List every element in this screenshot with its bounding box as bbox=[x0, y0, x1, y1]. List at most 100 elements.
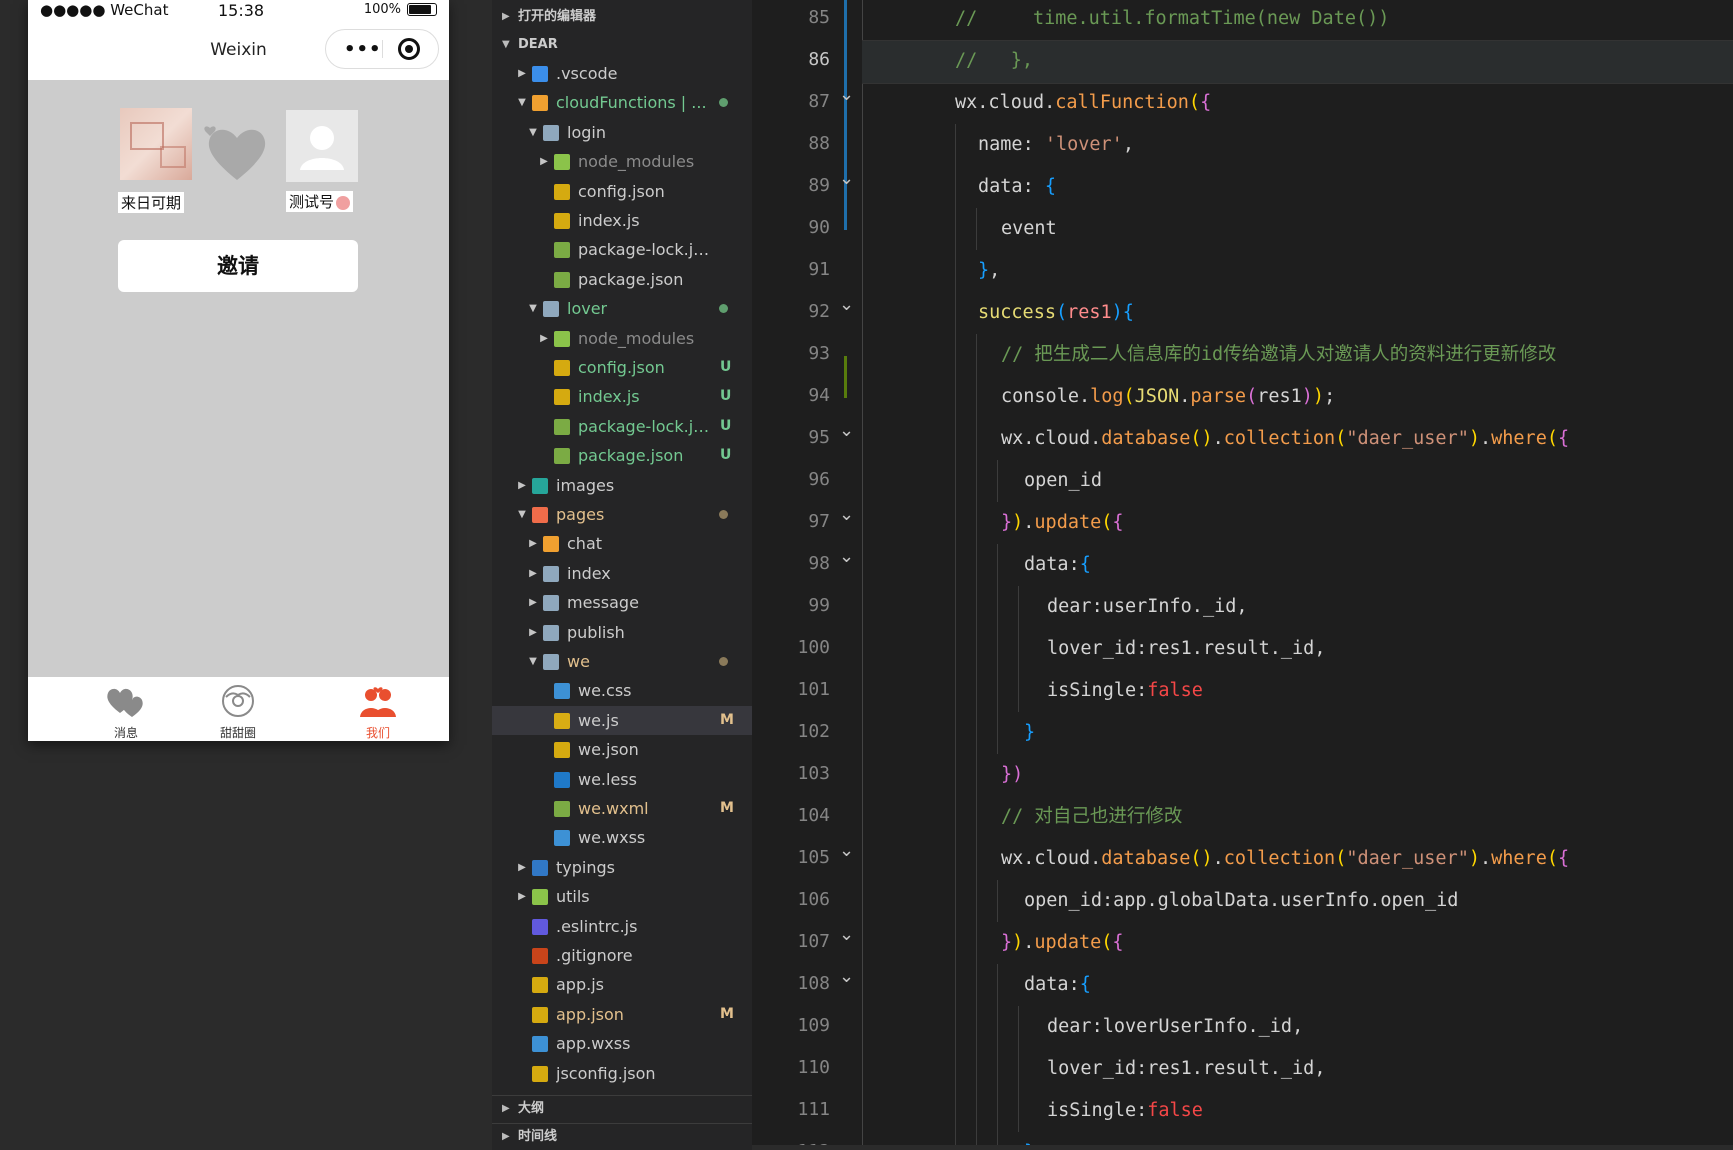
tree-file[interactable]: config.json bbox=[492, 177, 752, 206]
tree-file[interactable]: we.js M bbox=[492, 705, 752, 735]
tree-folder[interactable]: ▶ utils bbox=[492, 882, 752, 911]
code-line[interactable]: // time.util.formatTime(new Date()) bbox=[752, 0, 1733, 40]
chevron-right-icon: ▶ bbox=[502, 1131, 510, 1142]
chevron-right-icon[interactable]: ▶ bbox=[527, 588, 539, 617]
tree-folder[interactable]: ▶ typings bbox=[492, 853, 752, 882]
code-line[interactable]: dear:loverUserInfo._id, bbox=[752, 1006, 1733, 1048]
tree-folder[interactable]: ▼ login bbox=[492, 118, 752, 147]
code-line[interactable]: // 对自己也进行修改 bbox=[752, 796, 1733, 838]
code-line[interactable]: } bbox=[752, 712, 1733, 754]
tree-file[interactable]: we.wxss bbox=[492, 823, 752, 852]
tree-file[interactable]: app.json M bbox=[492, 1000, 752, 1029]
partner-avatar[interactable] bbox=[286, 110, 358, 182]
open-editors-section[interactable]: ▶ 打开的编辑器 bbox=[492, 4, 752, 30]
tree-file[interactable]: package.json U bbox=[492, 441, 752, 470]
tab-label: 甜甜圈 bbox=[219, 726, 256, 740]
tree-file[interactable]: we.css bbox=[492, 676, 752, 705]
tree-file[interactable]: jsconfig.json bbox=[492, 1059, 752, 1088]
code-line[interactable]: open_id bbox=[752, 460, 1733, 502]
code-editor[interactable]: 85// time.util.formatTime(new Date()) 86/… bbox=[752, 0, 1733, 1145]
code-line[interactable]: console.log(JSON.parse(res1)); bbox=[752, 376, 1733, 418]
tree-folder[interactable]: ▶ node_modules bbox=[492, 147, 752, 176]
code-text: dear:loverUserInfo._id, bbox=[1047, 1006, 1303, 1048]
tree-file[interactable]: we.json bbox=[492, 735, 752, 764]
chevron-right-icon[interactable]: ▶ bbox=[538, 147, 550, 176]
code-line[interactable]: // }, bbox=[752, 40, 1733, 82]
tree-item-label: we.less bbox=[578, 769, 637, 789]
outline-section[interactable]: ▶ 大纲 bbox=[492, 1095, 752, 1122]
chevron-right-icon[interactable]: ▶ bbox=[516, 882, 528, 911]
code-token: . bbox=[1212, 848, 1224, 869]
code-line[interactable]: wx.cloud.database().collection("daer_use… bbox=[752, 838, 1733, 880]
tree-folder[interactable]: ▶ .vscode bbox=[492, 59, 752, 88]
tree-folder[interactable]: ▶ chat bbox=[492, 529, 752, 558]
tree-file[interactable]: package-lock.json bbox=[492, 235, 752, 264]
tree-folder[interactable]: ▼ lover bbox=[492, 294, 752, 323]
tree-file[interactable]: we.less bbox=[492, 765, 752, 794]
code-line[interactable]: isSingle:false bbox=[752, 670, 1733, 712]
code-line[interactable]: } bbox=[752, 1132, 1733, 1145]
chevron-down-icon[interactable]: ▼ bbox=[516, 88, 528, 117]
tree-file[interactable]: index.js bbox=[492, 206, 752, 235]
tree-file[interactable]: app.js bbox=[492, 970, 752, 999]
code-line[interactable]: }).update({ bbox=[752, 922, 1733, 964]
tree-file[interactable]: config.json U bbox=[492, 353, 752, 382]
chevron-right-icon[interactable]: ▶ bbox=[527, 618, 539, 647]
code-line[interactable]: wx.cloud.callFunction({ bbox=[752, 82, 1733, 124]
timeline-section[interactable]: ▶ 时间线 bbox=[492, 1123, 752, 1150]
chevron-down-icon[interactable]: ▼ bbox=[527, 118, 539, 147]
code-line[interactable]: success(res1){ bbox=[752, 292, 1733, 334]
code-line[interactable]: }, bbox=[752, 250, 1733, 292]
code-line[interactable]: lover_id:res1.result._id, bbox=[752, 628, 1733, 670]
code-line[interactable]: data:{ bbox=[752, 964, 1733, 1006]
code-line[interactable]: lover_id:res1.result._id, bbox=[752, 1048, 1733, 1090]
project-section[interactable]: ▼ DEAR bbox=[492, 32, 752, 58]
code-token: . bbox=[1480, 848, 1492, 869]
tree-folder[interactable]: ▼ we bbox=[492, 647, 752, 676]
tree-file[interactable]: package-lock.js... U bbox=[492, 412, 752, 441]
code-line[interactable]: event bbox=[752, 208, 1733, 250]
tree-folder[interactable]: ▶ message bbox=[492, 588, 752, 617]
tree-folder[interactable]: ▶ node_modules bbox=[492, 324, 752, 353]
close-mini-program-icon[interactable] bbox=[398, 38, 420, 60]
user-avatar[interactable] bbox=[120, 108, 192, 180]
tree-file[interactable]: index.js U bbox=[492, 382, 752, 411]
code-line[interactable]: open_id:app.globalData.userInfo.open_id bbox=[752, 880, 1733, 922]
tree-folder[interactable]: ▶ index bbox=[492, 559, 752, 588]
code-line[interactable]: // 把生成二人信息库的id传给邀请人对邀请人的资料进行更新修改 bbox=[752, 334, 1733, 376]
chevron-right-icon[interactable]: ▶ bbox=[527, 559, 539, 588]
code-line[interactable]: }).update({ bbox=[752, 502, 1733, 544]
chevron-down-icon[interactable]: ▼ bbox=[527, 647, 539, 676]
chevron-right-icon[interactable]: ▶ bbox=[516, 853, 528, 882]
tree-file[interactable]: .eslintrc.js bbox=[492, 912, 752, 941]
code-token: , bbox=[1122, 134, 1134, 155]
code-line[interactable]: dear:userInfo._id, bbox=[752, 586, 1733, 628]
git-status-badge: U bbox=[720, 417, 732, 434]
chevron-down-icon[interactable]: ▼ bbox=[527, 294, 539, 323]
more-icon[interactable]: ••• bbox=[344, 39, 382, 60]
tree-folder[interactable]: ▼ pages bbox=[492, 500, 752, 529]
tree-file[interactable]: app.wxss bbox=[492, 1029, 752, 1058]
chevron-right-icon[interactable]: ▶ bbox=[527, 529, 539, 558]
tab-we[interactable]: 我们 bbox=[308, 677, 448, 741]
tree-folder[interactable]: ▼ cloudFunctions | ... bbox=[492, 88, 752, 117]
code-line[interactable]: wx.cloud.database().collection("daer_use… bbox=[752, 418, 1733, 460]
tree-folder[interactable]: ▶ publish bbox=[492, 618, 752, 647]
code-line[interactable]: data:{ bbox=[752, 544, 1733, 586]
code-line[interactable]: }) bbox=[752, 754, 1733, 796]
code-line[interactable]: isSingle:false bbox=[752, 1090, 1733, 1132]
tree-file[interactable]: package.json bbox=[492, 265, 752, 294]
css-icon bbox=[532, 1036, 548, 1053]
chevron-down-icon[interactable]: ▼ bbox=[516, 500, 528, 529]
code-line[interactable]: name: 'lover', bbox=[752, 124, 1733, 166]
tree-file[interactable]: we.wxml M bbox=[492, 794, 752, 823]
tree-file[interactable]: .gitignore bbox=[492, 941, 752, 970]
tab-donut[interactable]: 甜甜圈 bbox=[168, 677, 308, 741]
chevron-right-icon[interactable]: ▶ bbox=[516, 471, 528, 500]
chevron-right-icon[interactable]: ▶ bbox=[516, 59, 528, 88]
code-line[interactable]: data: { bbox=[752, 166, 1733, 208]
tree-folder[interactable]: ▶ images bbox=[492, 471, 752, 500]
tree-item-label: config.json bbox=[578, 181, 665, 201]
chevron-right-icon[interactable]: ▶ bbox=[538, 324, 550, 353]
invite-button[interactable]: 邀请 bbox=[118, 240, 358, 292]
